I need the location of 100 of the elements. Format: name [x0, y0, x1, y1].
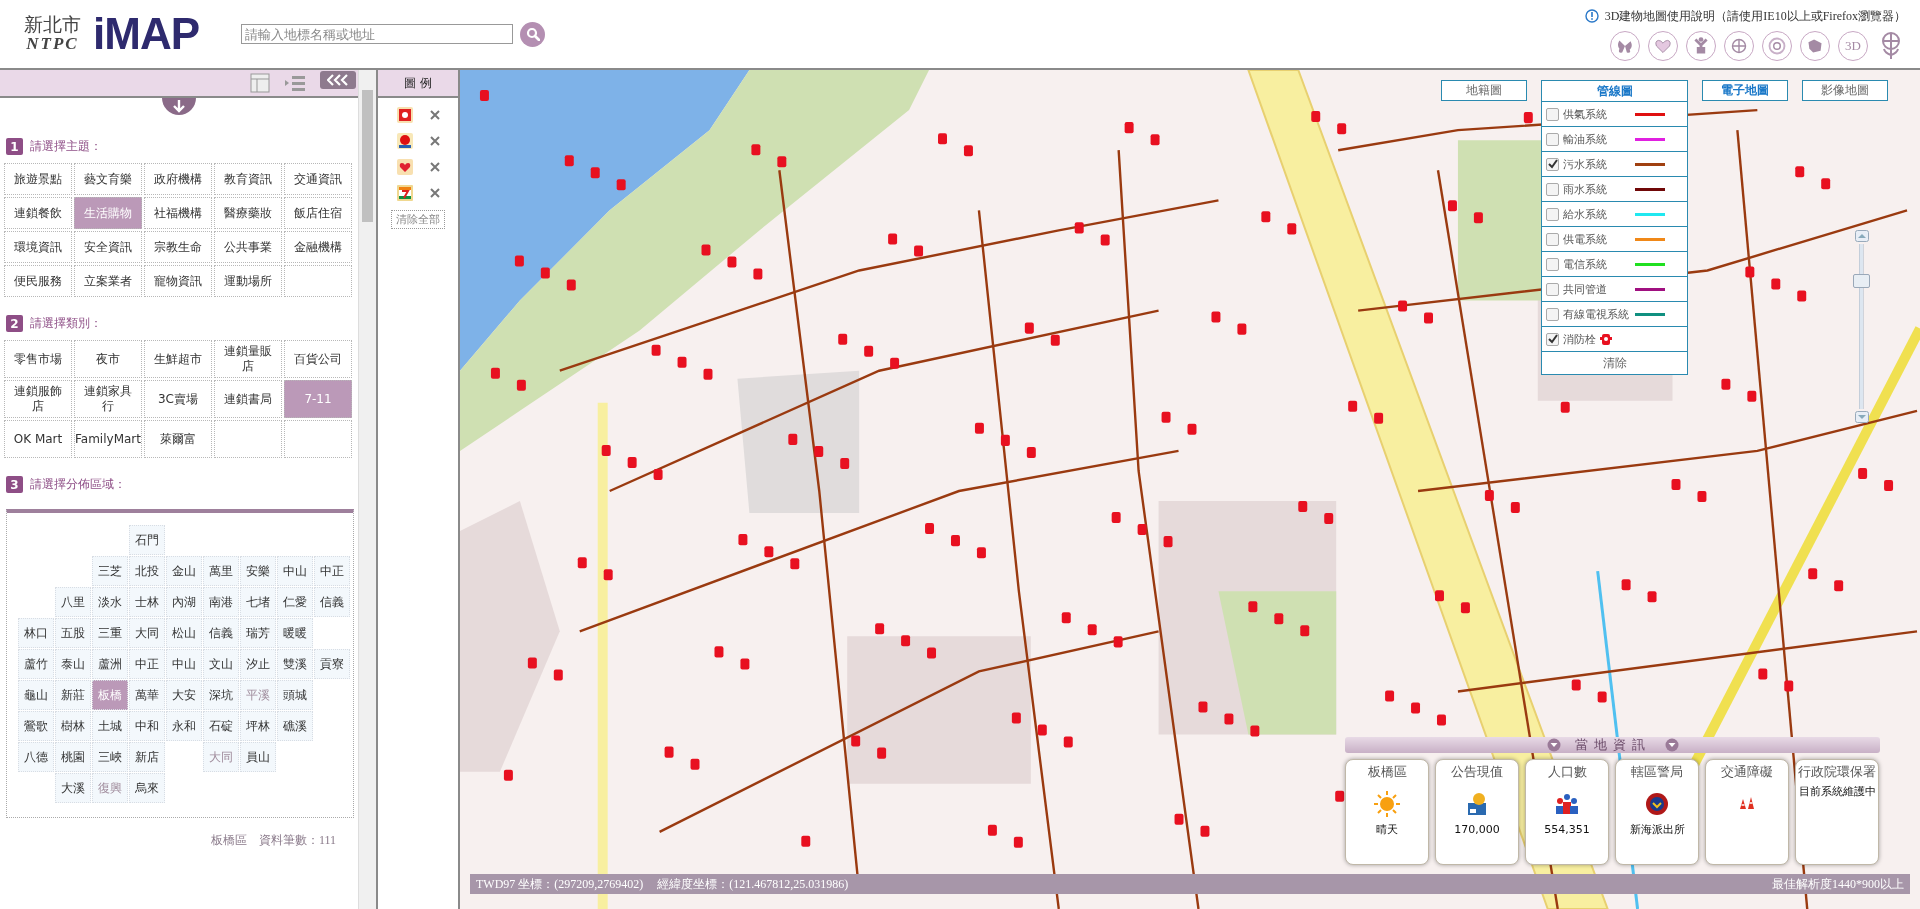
hydrant-marker-icon[interactable] — [479, 90, 489, 102]
hydrant-marker-icon[interactable] — [1335, 790, 1345, 802]
hydrant-marker-icon[interactable] — [590, 167, 600, 179]
scrollbar[interactable] — [358, 70, 376, 909]
layer-checkbox[interactable] — [1546, 332, 1559, 346]
category-option[interactable]: 萊爾富 — [144, 420, 212, 458]
hydrant-marker-icon[interactable] — [814, 445, 824, 457]
hydrant-marker-icon[interactable] — [1424, 312, 1433, 324]
hydrant-marker-icon[interactable] — [527, 657, 537, 669]
hydrant-marker-icon[interactable] — [1795, 166, 1805, 178]
district-option[interactable]: 松山 — [166, 618, 202, 648]
hydrant-marker-icon[interactable] — [701, 244, 711, 256]
down-arrow-icon[interactable] — [162, 98, 196, 116]
hydrant-marker-icon[interactable] — [1647, 591, 1657, 603]
hydrant-marker-icon[interactable] — [1137, 524, 1147, 536]
category-option[interactable]: 生鮮超市 — [144, 340, 212, 378]
hydrant-marker-icon[interactable] — [1224, 713, 1234, 725]
district-option[interactable]: 中山 — [166, 649, 202, 679]
map-type-tab[interactable]: 電子地圖 — [1702, 80, 1788, 101]
hydrant-marker-icon[interactable] — [503, 769, 513, 781]
hydrant-marker-icon[interactable] — [1037, 724, 1047, 736]
category-option[interactable]: 便民服務 — [4, 265, 72, 297]
hydrant-marker-icon[interactable] — [603, 569, 613, 581]
district-option[interactable]: 礁溪 — [277, 711, 313, 741]
layer-checkbox[interactable] — [1546, 157, 1559, 171]
district-option[interactable]: 蘆洲 — [92, 649, 128, 679]
category-option[interactable]: 政府機構 — [144, 163, 212, 195]
hydrant-marker-icon[interactable] — [1298, 501, 1308, 513]
category-option[interactable]: 藝文育樂 — [74, 163, 142, 195]
hydrant-marker-icon[interactable] — [1821, 178, 1831, 190]
layer-checkbox[interactable] — [1546, 307, 1559, 321]
hydrant-marker-icon[interactable] — [751, 144, 761, 156]
district-option[interactable]: 大同 — [129, 618, 165, 648]
district-option[interactable]: 大溪 — [55, 773, 91, 803]
hydrant-marker-icon[interactable] — [777, 156, 787, 168]
category-option[interactable]: 環境資訊 — [4, 231, 72, 263]
hydrant-marker-icon[interactable] — [490, 367, 500, 379]
district-option[interactable]: 北投 — [129, 556, 165, 586]
district-option[interactable]: 七堵 — [240, 587, 276, 617]
category-option[interactable]: 公共事業 — [214, 231, 282, 263]
hydrant-marker-icon[interactable] — [788, 433, 798, 445]
hydrant-marker-icon[interactable] — [840, 457, 850, 469]
district-option[interactable]: 頭城 — [277, 680, 313, 710]
district-option[interactable]: 內湖 — [166, 587, 202, 617]
hydrant-marker-icon[interactable] — [976, 547, 986, 559]
hydrant-marker-icon[interactable] — [1198, 701, 1208, 713]
hydrant-marker-icon[interactable] — [1385, 690, 1395, 702]
hydrant-marker-icon[interactable] — [1200, 825, 1210, 837]
hydrant-marker-icon[interactable] — [540, 267, 550, 279]
search-field[interactable]: 請輸入地標名稱或地址 — [241, 24, 513, 44]
scrollbar-thumb[interactable] — [362, 90, 373, 222]
hydrant-marker-icon[interactable] — [890, 357, 900, 369]
district-option[interactable]: 樹林 — [55, 711, 91, 741]
layer-checkbox[interactable] — [1546, 182, 1559, 196]
hydrant-marker-icon[interactable] — [1300, 625, 1310, 637]
hydrant-marker-icon[interactable] — [1248, 601, 1258, 613]
category-option[interactable]: 安全資訊 — [74, 231, 142, 263]
info-card[interactable]: 板橋區 晴天 — [1345, 759, 1429, 865]
category-option[interactable]: 教育資訊 — [214, 163, 282, 195]
help-link[interactable]: 3D建物地圖使用說明（請使用IE10以上或Firefox瀏覽器） — [1604, 7, 1906, 25]
hydrant-marker-icon[interactable] — [1523, 112, 1533, 124]
category-option[interactable]: 社福機構 — [144, 197, 212, 229]
hydrant-marker-icon[interactable] — [740, 658, 750, 670]
category-option[interactable]: 運動場所 — [214, 265, 282, 297]
hydrant-marker-icon[interactable] — [664, 746, 674, 758]
category-option[interactable]: 寵物資訊 — [144, 265, 212, 297]
hydrant-marker-icon[interactable] — [651, 344, 661, 356]
hydrant-marker-icon[interactable] — [987, 824, 997, 836]
category-option[interactable]: 連鎖餐飲 — [4, 197, 72, 229]
hydrant-marker-icon[interactable] — [864, 345, 874, 357]
hydrant-marker-icon[interactable] — [653, 468, 663, 480]
map-type-tab[interactable]: 影像地圖 — [1802, 80, 1888, 101]
hydrant-marker-icon[interactable] — [1050, 334, 1060, 346]
hydrant-marker-icon[interactable] — [1721, 378, 1731, 390]
hydrant-marker-icon[interactable] — [875, 623, 885, 635]
hydrant-marker-icon[interactable] — [1745, 266, 1755, 278]
layer-checkbox[interactable] — [1546, 282, 1559, 296]
collapse-button[interactable] — [320, 71, 356, 89]
district-option[interactable]: 石門 — [129, 525, 165, 555]
tool-button[interactable] — [1610, 30, 1640, 61]
hydrant-marker-icon[interactable] — [838, 333, 848, 345]
info-card[interactable]: 交通障礙 — [1705, 759, 1789, 865]
hydrant-marker-icon[interactable] — [1261, 211, 1271, 223]
hydrant-marker-icon[interactable] — [564, 155, 574, 167]
remove-icon[interactable] — [430, 162, 440, 172]
hydrant-marker-icon[interactable] — [601, 444, 611, 456]
zoom-out-icon[interactable] — [1854, 411, 1869, 423]
hydrant-marker-icon[interactable] — [1834, 580, 1844, 592]
hydrant-marker-icon[interactable] — [925, 523, 935, 535]
hydrant-marker-icon[interactable] — [1747, 390, 1757, 402]
tool-button[interactable] — [1724, 30, 1754, 61]
category-option[interactable]: 金融機構 — [284, 231, 352, 263]
hydrant-marker-icon[interactable] — [851, 735, 861, 747]
hydrant-marker-icon[interactable] — [1784, 680, 1794, 692]
hydrant-marker-icon[interactable] — [1026, 446, 1036, 458]
hydrant-marker-icon[interactable] — [1437, 714, 1446, 726]
hydrant-marker-icon[interactable] — [1100, 234, 1110, 246]
category-option[interactable]: 連鎖量販店 — [214, 340, 282, 378]
hydrant-marker-icon[interactable] — [927, 647, 936, 659]
hydrant-marker-icon[interactable] — [951, 535, 960, 547]
